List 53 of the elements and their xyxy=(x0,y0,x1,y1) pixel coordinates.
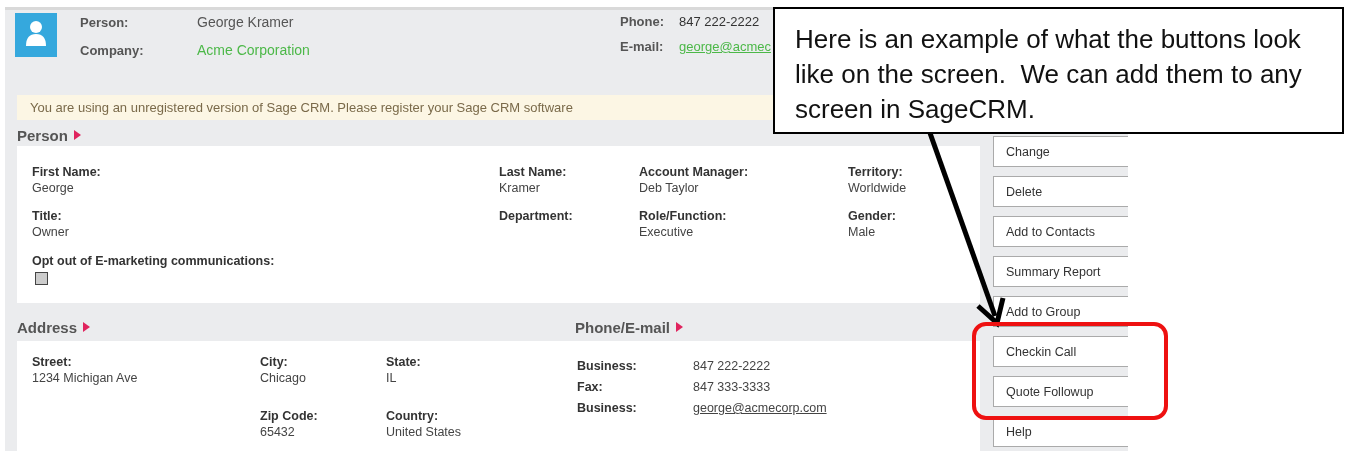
field-value: Worldwide xyxy=(848,181,908,195)
field-value: Deb Taylor xyxy=(639,181,700,195)
field-label: Department: xyxy=(499,209,574,224)
action-button[interactable]: Quote Followup xyxy=(993,376,1128,407)
field-value: IL xyxy=(386,371,398,385)
field-value: 65432 xyxy=(260,424,296,439)
field-label: Phone: xyxy=(620,14,666,29)
field-value: Owner xyxy=(32,225,70,240)
field-value: 847 333-3333 xyxy=(693,380,772,394)
action-button[interactable]: Checkin Call xyxy=(993,336,1128,367)
field-value: 1234 Michigan Ave xyxy=(32,371,139,385)
field-label: Country: xyxy=(386,408,440,423)
field-label: Territory: xyxy=(848,165,904,179)
field-value: United States xyxy=(386,424,463,439)
section-title[interactable]: Phone/E-mail xyxy=(575,318,671,336)
email-link[interactable]: george@acmecorp.com xyxy=(693,401,827,415)
field-value: 847 222-2222 xyxy=(693,359,772,373)
field-label: State: xyxy=(386,355,422,369)
field-value: Executive xyxy=(639,225,695,240)
field-label: Business: xyxy=(577,359,638,373)
caret-icon xyxy=(676,322,684,332)
person-avatar-icon xyxy=(15,13,57,57)
caret-icon xyxy=(73,130,81,140)
field-value: George Kramer xyxy=(197,14,294,30)
field-label: Last Name: xyxy=(499,165,568,179)
callout-box: Here is an example of what the buttons look like on the screen. We can add them to any screen in SageCRM. xyxy=(773,7,1344,134)
field-value: Chicago xyxy=(260,371,307,385)
action-button[interactable]: Change xyxy=(993,136,1128,167)
field-label: Zip Code: xyxy=(260,408,319,423)
field-label: E-mail: xyxy=(620,39,665,54)
field-label: Role/Function: xyxy=(639,209,728,224)
field-label: Business: xyxy=(577,401,638,415)
action-button[interactable]: Delete xyxy=(993,176,1128,207)
field-label: Company: xyxy=(80,43,145,58)
action-button[interactable]: Summary Report xyxy=(993,256,1128,287)
field-value: Kramer xyxy=(499,181,541,195)
field-value: Male xyxy=(848,225,877,240)
field-label: Person: xyxy=(80,15,130,30)
field-label: Fax: xyxy=(577,380,604,394)
field-label: City: xyxy=(260,355,289,369)
caret-icon xyxy=(83,322,91,332)
field-label: Street: xyxy=(32,355,73,369)
field-label: Title: xyxy=(32,209,63,224)
section-title[interactable]: Person xyxy=(17,126,68,144)
field-value: George xyxy=(32,181,75,195)
field-label: First Name: xyxy=(32,165,102,179)
checkbox[interactable] xyxy=(35,271,48,285)
action-button[interactable]: Add to Contacts xyxy=(993,216,1128,247)
field-value: 847 222-2222 xyxy=(679,14,760,29)
field-label: Opt out of E-marketing communications: xyxy=(32,253,276,268)
field-label: Gender: xyxy=(848,209,897,224)
section-title[interactable]: Address xyxy=(17,318,78,336)
field-label: Account Manager: xyxy=(639,165,750,179)
